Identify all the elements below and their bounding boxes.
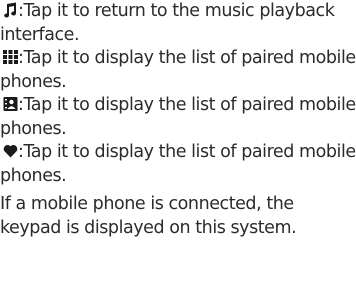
keypad-item-text: :Tap it to display the list of paired mo… xyxy=(0,48,356,92)
favorites-item-text: :Tap it to display the list of paired mo… xyxy=(0,142,356,186)
phonebook-item-text: :Tap it to display the list of paired mo… xyxy=(0,95,356,139)
music-list-item: :Tap it to return to the music playback … xyxy=(0,0,356,47)
document-body: :Tap it to return to the music playback … xyxy=(0,0,356,240)
music-item-text: :Tap it to return to the music playback … xyxy=(0,1,335,45)
grid-keypad-icon xyxy=(3,49,18,65)
heart-icon xyxy=(3,143,18,159)
favorites-list-item: :Tap it to display the list of paired mo… xyxy=(0,141,356,188)
keypad-note-paragraph: If a mobile phone is connected, the keyp… xyxy=(0,194,297,238)
phonebook-icon xyxy=(3,96,18,112)
phonebook-list-item: :Tap it to display the list of paired mo… xyxy=(0,94,356,141)
music-note-icon xyxy=(3,2,18,18)
keypad-list-item: :Tap it to display the list of paired mo… xyxy=(0,47,356,94)
